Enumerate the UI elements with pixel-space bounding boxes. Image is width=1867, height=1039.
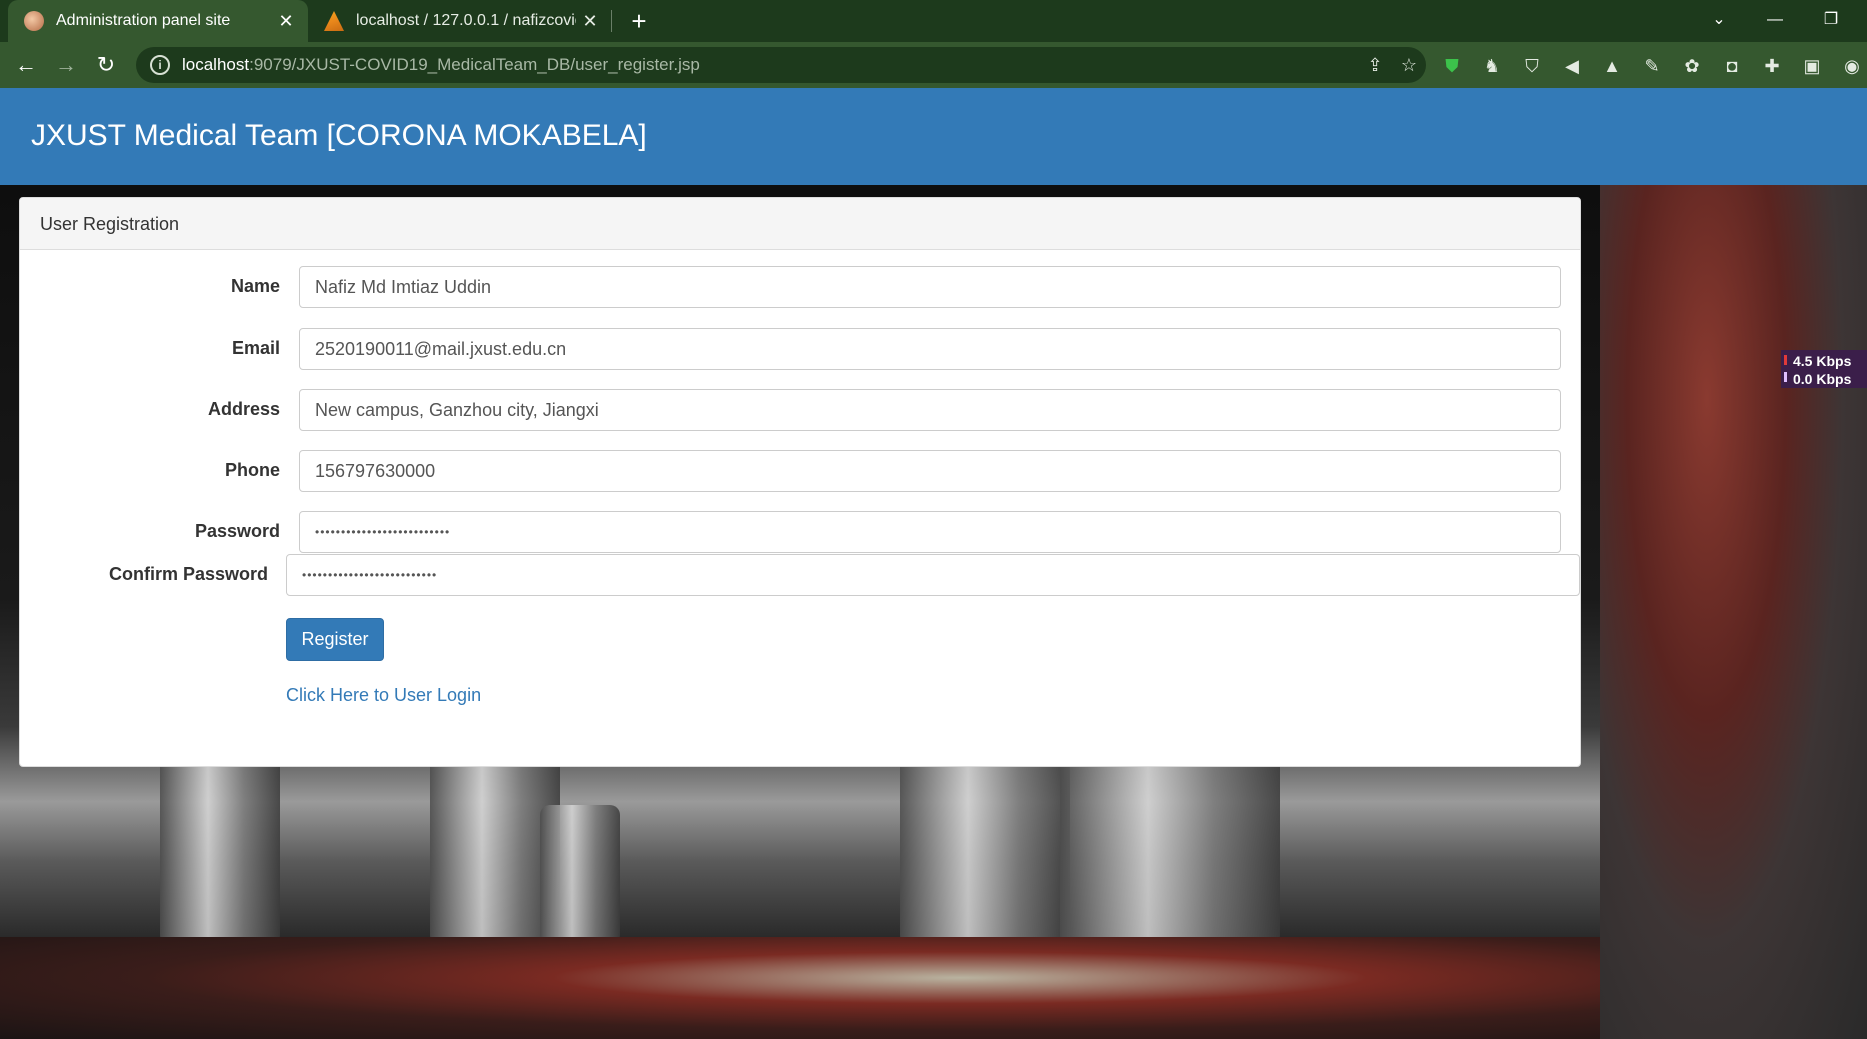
page-viewport: JXUST Medical Team [CORONA MOKABELA] 4.5…	[0, 88, 1867, 1039]
navbar-brand[interactable]: JXUST Medical Team [CORONA MOKABELA]	[31, 119, 647, 153]
site-favicon-icon	[24, 11, 44, 31]
phpmyadmin-favicon-icon	[324, 11, 344, 31]
minimize-icon[interactable]: —	[1752, 0, 1798, 42]
new-tab-icon[interactable]: +	[622, 4, 656, 38]
browser-toolbar: ← → ↻ i localhost:9079/JXUST-COVID19_Med…	[0, 42, 1867, 88]
reload-icon[interactable]: ↻	[88, 47, 124, 83]
share-icon[interactable]: ⇪	[1358, 48, 1392, 82]
register-button[interactable]: Register	[286, 618, 384, 661]
user-login-link[interactable]: Click Here to User Login	[286, 685, 481, 706]
network-speed-overlay: 4.5 Kbps 0.0 Kbps	[1781, 350, 1867, 388]
url-text[interactable]: localhost:9079/JXUST-COVID19_MedicalTeam…	[182, 55, 1358, 75]
address-label: Address	[207, 399, 280, 419]
background-virus-image	[1600, 185, 1867, 1039]
tab-divider	[611, 10, 612, 32]
tab-search-icon[interactable]: ⌄	[1696, 0, 1742, 42]
phone-input[interactable]: 156797630000	[299, 450, 1561, 492]
top-navbar: JXUST Medical Team [CORONA MOKABELA]	[0, 88, 1867, 185]
browser-tab-bar: Administration panel site ✕ localhost / …	[0, 0, 1867, 42]
phone-label: Phone	[224, 460, 280, 480]
cookie-icon[interactable]: ✿	[1677, 51, 1707, 81]
background-virus-strip	[0, 937, 1600, 1039]
name-label: Name	[230, 276, 280, 296]
tab-title: Administration panel site	[56, 12, 231, 29]
profile-avatar-icon[interactable]: ◉	[1837, 51, 1867, 81]
download-speed: 4.5 Kbps	[1793, 353, 1852, 369]
email-input[interactable]: 2520190011@mail.jxust.edu.cn	[299, 328, 1561, 370]
tab-phpmyadmin[interactable]: localhost / 127.0.0.1 / nafizcovid1 ✕	[316, 0, 612, 42]
email-label: Email	[231, 338, 280, 358]
tab-title: localhost / 127.0.0.1 / nafizcovid1	[356, 12, 576, 29]
privacy-shield-icon[interactable]: ⛉	[1517, 51, 1547, 81]
side-panel-icon[interactable]: ▣	[1797, 51, 1827, 81]
close-tab-icon[interactable]: ✕	[272, 11, 300, 32]
volume-icon[interactable]: ◀	[1557, 51, 1587, 81]
registration-panel: User Registration Name Nafiz Md Imtiaz U…	[19, 197, 1581, 767]
extensions-puzzle-icon[interactable]: ✚	[1757, 51, 1787, 81]
drive-icon[interactable]: ▲	[1597, 51, 1627, 81]
pen-icon[interactable]: ✎	[1637, 51, 1667, 81]
site-info-icon[interactable]: i	[150, 55, 170, 75]
adblock-shield-icon[interactable]: ⛊	[1437, 51, 1467, 81]
forward-icon[interactable]: →	[48, 47, 84, 83]
upload-speed: 0.0 Kbps	[1793, 371, 1852, 387]
confirm-password-input[interactable]: ••••••••••••••••••••••••••	[286, 554, 1580, 596]
close-tab-icon[interactable]: ✕	[576, 11, 604, 32]
back-icon[interactable]: ←	[8, 47, 44, 83]
name-input[interactable]: Nafiz Md Imtiaz Uddin	[299, 266, 1561, 308]
bookmark-star-icon[interactable]: ☆	[1392, 48, 1426, 82]
extension-spy-icon[interactable]: ♞	[1477, 51, 1507, 81]
panel-heading: User Registration	[20, 198, 1580, 250]
password-label: Password	[194, 521, 280, 541]
password-input[interactable]: ••••••••••••••••••••••••••	[299, 511, 1561, 553]
confirm-password-label: Confirm Password	[108, 564, 268, 584]
maximize-icon[interactable]: ❐	[1808, 0, 1854, 42]
tab-administration-panel[interactable]: Administration panel site ✕	[8, 0, 308, 42]
address-bar[interactable]: i localhost:9079/JXUST-COVID19_MedicalTe…	[136, 47, 1426, 83]
address-input[interactable]: New campus, Ganzhou city, Jiangxi	[299, 389, 1561, 431]
camera-icon[interactable]: ◘	[1717, 51, 1747, 81]
